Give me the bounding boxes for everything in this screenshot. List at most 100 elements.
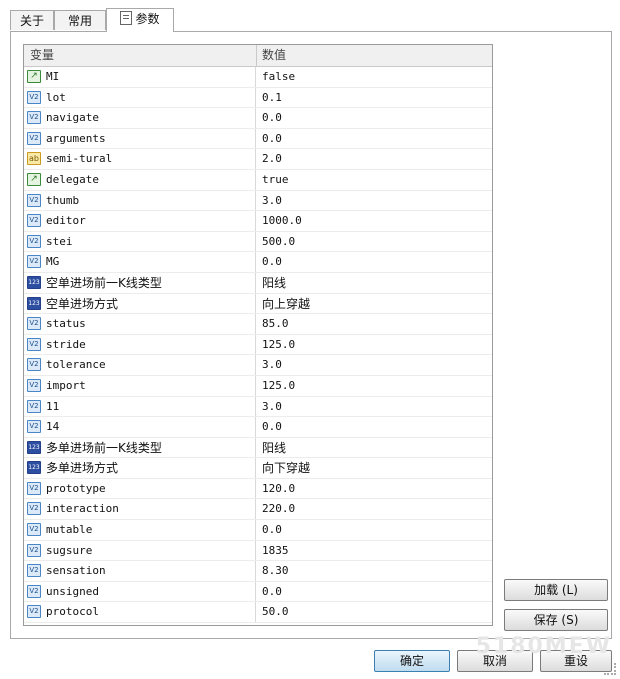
parameter-value[interactable]: true — [262, 170, 289, 190]
document-icon — [120, 11, 133, 25]
tab-common[interactable]: 常用 — [54, 10, 106, 30]
table-row[interactable]: 123 多单进场方式 向下穿越 — [24, 458, 492, 479]
parameter-value[interactable]: 1000.0 — [262, 211, 302, 231]
table-row[interactable]: ↗ MI false — [24, 67, 492, 88]
column-header-variable[interactable]: 变量 — [30, 45, 54, 66]
save-button-label: 保存 (S) — [533, 613, 579, 627]
parameter-value[interactable]: 125.0 — [262, 335, 295, 355]
table-row[interactable]: V2 stride 125.0 — [24, 334, 492, 356]
table-row[interactable]: V2 lot 0.1 — [24, 87, 492, 109]
ok-button-label: 确定 — [399, 654, 424, 668]
parameter-value[interactable]: 1835 — [262, 541, 289, 561]
table-row[interactable]: V2 14 0.0 — [24, 417, 492, 438]
table-row[interactable]: V2 arguments 0.0 — [24, 128, 492, 150]
string-type-icon: ab — [27, 152, 41, 166]
ok-button[interactable]: 确定 — [374, 650, 450, 672]
parameter-name: stride — [46, 337, 86, 351]
parameter-value[interactable]: 向上穿越 — [262, 294, 310, 314]
parameter-value[interactable]: 0.0 — [262, 520, 282, 540]
parameter-value[interactable]: 0.0 — [262, 417, 282, 437]
parameter-name: tolerance — [46, 358, 106, 372]
table-row[interactable]: V2 tolerance 3.0 — [24, 355, 492, 376]
parameter-value[interactable]: 0.0 — [262, 108, 282, 128]
parameter-value[interactable]: 50.0 — [262, 602, 289, 622]
name-cell: V2 interaction — [24, 499, 256, 520]
parameter-value[interactable]: 125.0 — [262, 376, 295, 396]
table-row[interactable]: V2 MG 0.0 — [24, 252, 492, 273]
name-cell: ↗ delegate — [24, 169, 256, 190]
name-cell: 123 空单进场前一K线类型 — [24, 272, 256, 293]
parameter-value[interactable]: false — [262, 67, 295, 87]
parameter-value[interactable]: 阳线 — [262, 273, 286, 293]
save-button[interactable]: 保存 (S) — [504, 609, 608, 631]
parameter-value[interactable]: 向下穿越 — [262, 458, 310, 478]
table-row[interactable]: 123 空单进场方式 向上穿越 — [24, 293, 492, 315]
table-row[interactable]: 123 空单进场前一K线类型 阳线 — [24, 272, 492, 294]
boolean-type-icon: ↗ — [27, 172, 41, 186]
name-cell: V2 stride — [24, 334, 256, 355]
name-cell: V2 arguments — [24, 128, 256, 149]
parameter-name: semi-tural — [46, 152, 113, 166]
name-cell: V2 editor — [24, 211, 256, 231]
table-row[interactable]: ab semi-tural 2.0 — [24, 149, 492, 170]
table-row[interactable]: V2 sugsure 1835 — [24, 540, 492, 562]
parameter-value[interactable]: 0.0 — [262, 582, 282, 602]
parameter-name: status — [46, 317, 86, 331]
parameter-value[interactable]: 2.0 — [262, 149, 282, 169]
table-row[interactable]: V2 thumb 3.0 — [24, 190, 492, 212]
numeric-type-icon: V2 — [27, 90, 41, 104]
numeric-type-icon: V2 — [27, 234, 41, 248]
watermark: 5180MEW — [475, 634, 612, 659]
parameter-name: stei — [46, 234, 73, 248]
name-cell: V2 11 — [24, 396, 256, 417]
parameter-value[interactable]: 3.0 — [262, 191, 282, 211]
tab-about[interactable]: 关于 — [10, 10, 54, 30]
name-cell: V2 14 — [24, 417, 256, 437]
table-row[interactable]: V2 import 125.0 — [24, 375, 492, 397]
table-row[interactable]: V2 sensation 8.30 — [24, 561, 492, 582]
tab-common-label: 常用 — [67, 14, 92, 28]
name-cell: V2 import — [24, 375, 256, 396]
table-row[interactable]: V2 interaction 220.0 — [24, 499, 492, 521]
table-row[interactable]: V2 protocol 50.0 — [24, 602, 492, 624]
numeric-type-icon: V2 — [27, 399, 41, 413]
parameter-value[interactable]: 500.0 — [262, 232, 295, 252]
table-row[interactable]: 123 多单进场前一K线类型 阳线 — [24, 437, 492, 459]
parameter-value[interactable]: 0.0 — [262, 252, 282, 272]
table-row[interactable]: V2 mutable 0.0 — [24, 520, 492, 541]
name-cell: ab semi-tural — [24, 149, 256, 169]
parameter-value[interactable]: 85.0 — [262, 314, 289, 334]
table-row[interactable]: V2 unsigned 0.0 — [24, 581, 492, 603]
enum-type-icon: 123 — [27, 461, 41, 475]
resize-grip[interactable] — [604, 663, 616, 675]
table-row[interactable]: ↗ delegate true — [24, 169, 492, 191]
parameter-value[interactable]: 120.0 — [262, 479, 295, 499]
parameter-value[interactable]: 3.0 — [262, 355, 282, 375]
numeric-type-icon: V2 — [27, 337, 41, 351]
parameter-value[interactable]: 8.30 — [262, 561, 289, 581]
numeric-type-icon: V2 — [27, 481, 41, 495]
tab-parameters[interactable]: 参数 — [106, 8, 174, 32]
column-divider[interactable] — [256, 45, 257, 66]
table-row[interactable]: V2 prototype 120.0 — [24, 478, 492, 500]
table-header: 变量 数值 — [24, 45, 492, 67]
enum-type-icon: 123 — [27, 275, 41, 289]
table-row[interactable]: V2 editor 1000.0 — [24, 211, 492, 232]
table-row[interactable]: V2 stei 500.0 — [24, 231, 492, 253]
column-header-value[interactable]: 数值 — [262, 45, 286, 66]
parameter-value[interactable]: 0.1 — [262, 88, 282, 108]
table-row[interactable]: V2 11 3.0 — [24, 396, 492, 418]
name-cell: V2 lot — [24, 87, 256, 108]
table-row[interactable]: V2 status 85.0 — [24, 314, 492, 335]
numeric-type-icon: V2 — [27, 420, 41, 434]
numeric-type-icon: V2 — [27, 317, 41, 331]
name-cell: V2 navigate — [24, 108, 256, 128]
parameter-value[interactable]: 3.0 — [262, 397, 282, 417]
parameter-value[interactable]: 阳线 — [262, 438, 286, 458]
parameter-name: navigate — [46, 111, 99, 125]
parameter-value[interactable]: 220.0 — [262, 499, 295, 519]
parameter-value[interactable]: 0.0 — [262, 129, 282, 149]
load-button[interactable]: 加载 (L) — [504, 579, 608, 601]
name-cell: 123 空单进场方式 — [24, 293, 256, 314]
table-row[interactable]: V2 navigate 0.0 — [24, 108, 492, 129]
